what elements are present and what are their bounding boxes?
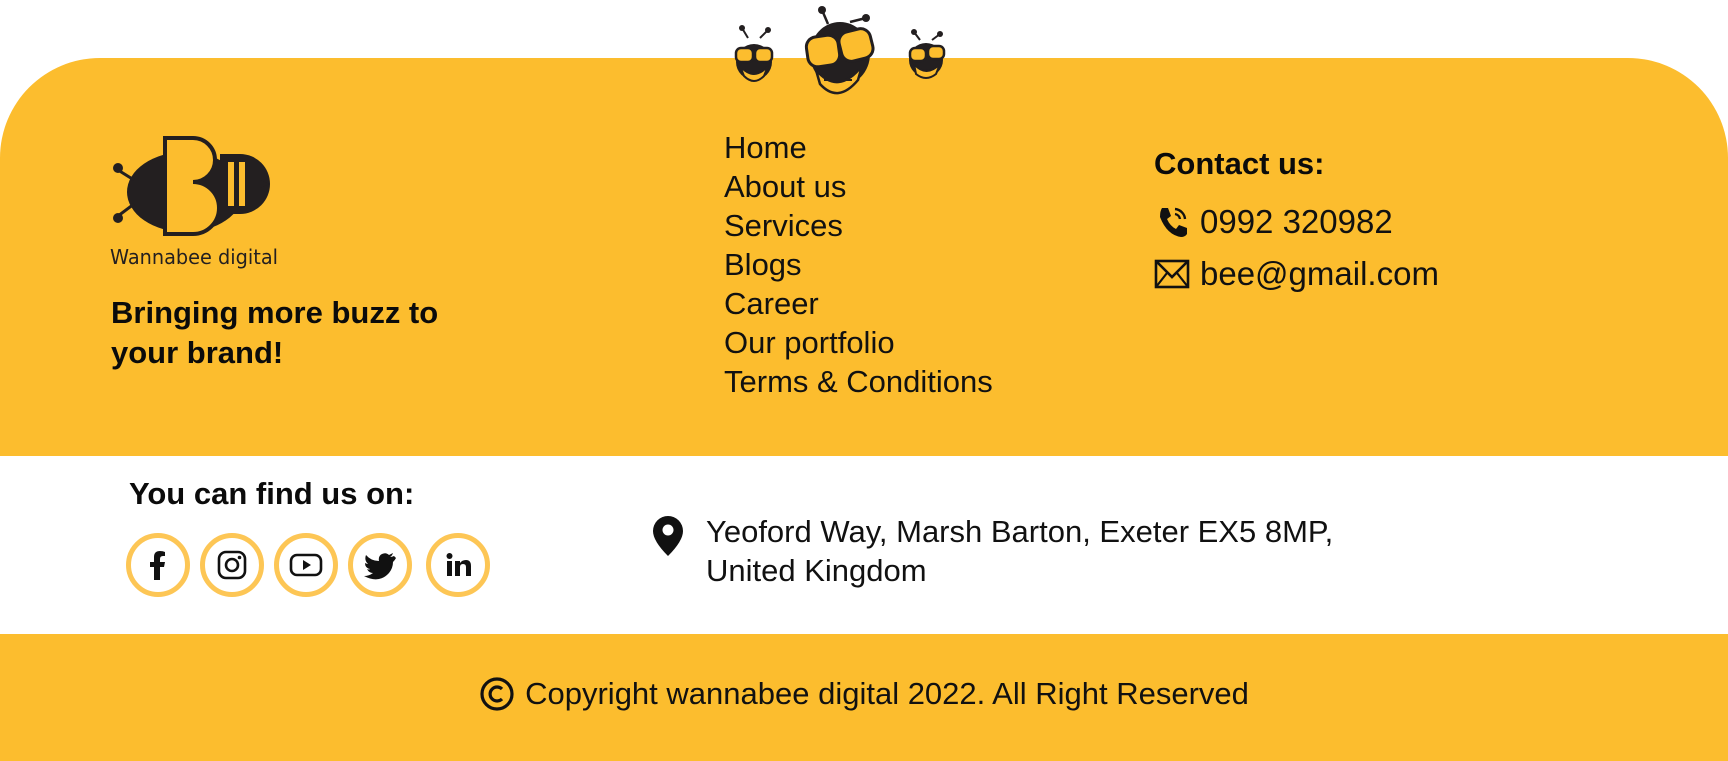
twitter-link[interactable]: [348, 533, 412, 597]
nav-item-about[interactable]: About us: [724, 167, 993, 206]
twitter-icon: [364, 553, 396, 580]
contact-phone[interactable]: 0992 320982: [1154, 203, 1393, 241]
facebook-link[interactable]: [126, 533, 190, 597]
nav-item-career[interactable]: Career: [724, 284, 993, 323]
logo-bee-icon: [113, 136, 270, 236]
nav-link-portfolio[interactable]: Our portfolio: [724, 325, 895, 360]
wannabee-logo[interactable]: Wannabee digital: [110, 134, 285, 274]
bees-illustration: [734, 6, 946, 95]
address: Yeoford Way, Marsh Barton, Exeter EX5 8M…: [706, 512, 1466, 590]
nav-link-about[interactable]: About us: [724, 169, 846, 204]
mail-icon: [1154, 259, 1190, 289]
instagram-link[interactable]: [200, 533, 264, 597]
nav-item-services[interactable]: Services: [724, 206, 993, 245]
social-title: You can find us on:: [129, 476, 415, 511]
location-pin-icon: [653, 516, 683, 556]
nav-link-services[interactable]: Services: [724, 208, 843, 243]
youtube-icon: [289, 553, 323, 577]
nav-link-career[interactable]: Career: [724, 286, 819, 321]
linkedin-link[interactable]: [426, 533, 490, 597]
brand-tagline: Bringing more buzz to your brand!: [111, 295, 439, 370]
phone-icon: [1160, 207, 1187, 237]
copyright-icon: [480, 677, 514, 711]
footer-nav: Home About us Services Blogs Career Our …: [724, 128, 993, 401]
phone-number[interactable]: 0992 320982: [1200, 203, 1393, 241]
big-bee-center-icon: [804, 6, 875, 95]
copyright-line: Copyright wannabee digital 2022. All Rig…: [0, 676, 1728, 712]
address-line-2: United Kingdom: [706, 553, 927, 588]
nav-link-home[interactable]: Home: [724, 130, 807, 165]
email-address[interactable]: bee@gmail.com: [1200, 255, 1439, 293]
nav-item-portfolio[interactable]: Our portfolio: [724, 323, 993, 362]
contact-email[interactable]: bee@gmail.com: [1154, 255, 1439, 293]
nav-item-blogs[interactable]: Blogs: [724, 245, 993, 284]
youtube-link[interactable]: [274, 533, 338, 597]
nav-item-home[interactable]: Home: [724, 128, 993, 167]
linkedin-icon: [446, 553, 471, 576]
contact-title: Contact us:: [1154, 146, 1325, 181]
nav-item-terms[interactable]: Terms & Conditions: [724, 362, 993, 401]
copyright-text: Copyright wannabee digital 2022. All Rig…: [525, 676, 1249, 711]
logo-text: Wannabee digital: [110, 245, 278, 269]
nav-link-terms[interactable]: Terms & Conditions: [724, 364, 993, 399]
instagram-icon: [217, 550, 247, 580]
nav-link-blogs[interactable]: Blogs: [724, 247, 802, 282]
small-bee-left-icon: [734, 25, 774, 82]
address-line-1: Yeoford Way, Marsh Barton, Exeter EX5 8M…: [706, 514, 1334, 549]
small-bee-right-icon: [908, 29, 946, 79]
facebook-icon: [150, 551, 165, 580]
